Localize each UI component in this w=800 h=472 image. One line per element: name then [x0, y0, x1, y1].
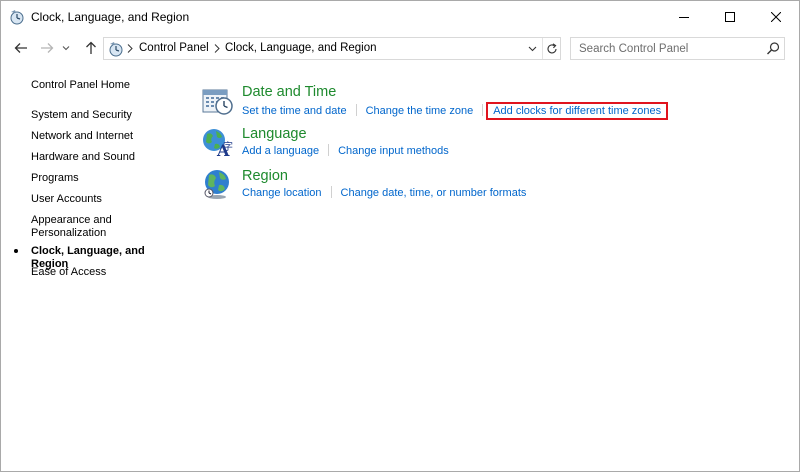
link-change-input-methods[interactable]: Change input methods [338, 145, 449, 157]
breadcrumb-control-panel[interactable]: Control Panel [139, 42, 209, 54]
calendar-clock-icon[interactable] [201, 84, 233, 116]
language-globe-icon[interactable]: A 字 [201, 126, 233, 160]
category-links-date-and-time: Set the time and date Change the time zon… [242, 102, 669, 120]
sidebar-item-system-and-security[interactable]: System and Security [31, 109, 181, 122]
maximize-button[interactable] [707, 1, 753, 32]
window-title: Clock, Language, and Region [31, 10, 190, 24]
sidebar-item-hardware-and-sound[interactable]: Hardware and Sound [31, 151, 181, 164]
category-links-region: Change location Change date, time, or num… [242, 186, 526, 199]
refresh-button[interactable] [542, 38, 560, 59]
recent-locations-button[interactable] [59, 38, 73, 58]
refresh-icon [547, 42, 557, 53]
link-divider [482, 104, 484, 116]
breadcrumb-separator-icon[interactable] [127, 41, 133, 56]
address-history-dropdown[interactable] [524, 38, 540, 59]
control-panel-clock-icon [9, 9, 25, 25]
forward-button[interactable] [37, 38, 57, 58]
current-page-bullet [14, 249, 18, 253]
link-divider [328, 144, 330, 156]
sidebar-item-control-panel-home[interactable]: Control Panel Home [31, 79, 181, 92]
search-icon[interactable] [766, 41, 781, 56]
link-change-location[interactable]: Change location [242, 187, 322, 199]
up-button[interactable] [81, 38, 101, 58]
up-arrow-icon [86, 41, 96, 54]
sidebar-item-programs[interactable]: Programs [31, 172, 181, 185]
search-input[interactable] [571, 38, 761, 59]
forward-arrow-icon [41, 43, 54, 53]
category-links-language: Add a language Change input methods [242, 144, 449, 157]
link-add-a-language[interactable]: Add a language [242, 145, 319, 157]
category-title-date-and-time[interactable]: Date and Time [242, 84, 336, 100]
breadcrumb-clock-language-region[interactable]: Clock, Language, and Region [225, 42, 377, 54]
link-add-clocks-highlighted[interactable]: Add clocks for different time zones [486, 102, 669, 120]
link-divider [355, 104, 357, 116]
link-change-date-time-number-formats[interactable]: Change date, time, or number formats [341, 187, 527, 199]
category-title-region[interactable]: Region [242, 168, 288, 184]
sidebar-item-network-and-internet[interactable]: Network and Internet [31, 130, 181, 143]
sidebar-item-user-accounts[interactable]: User Accounts [31, 193, 181, 206]
svg-text:字: 字 [223, 140, 233, 153]
minimize-button[interactable] [661, 1, 707, 32]
sidebar-item-ease-of-access[interactable]: Ease of Access [31, 266, 181, 279]
link-set-time-and-date[interactable]: Set the time and date [242, 105, 347, 117]
chevron-down-icon [528, 46, 536, 51]
close-button[interactable] [753, 1, 799, 32]
back-arrow-icon [14, 43, 27, 53]
navigation-bar: Control Panel Clock, Language, and Regio… [1, 32, 799, 64]
control-panel-clock-icon [108, 41, 124, 57]
back-button[interactable] [11, 38, 31, 58]
chevron-down-icon [62, 46, 70, 51]
breadcrumb-separator-icon[interactable] [214, 41, 220, 56]
address-bar[interactable]: Control Panel Clock, Language, and Regio… [103, 37, 561, 60]
link-change-time-zone[interactable]: Change the time zone [366, 105, 474, 117]
region-globe-icon[interactable] [201, 168, 233, 200]
control-panel-window: Clock, Language, and Region Control Pane… [0, 0, 800, 472]
link-divider [330, 186, 332, 198]
sidebar-item-appearance-and-personalization[interactable]: Appearance and Personalization [31, 214, 181, 240]
category-title-language[interactable]: Language [242, 126, 307, 142]
search-box[interactable] [570, 37, 785, 60]
title-bar: Clock, Language, and Region [1, 1, 799, 32]
